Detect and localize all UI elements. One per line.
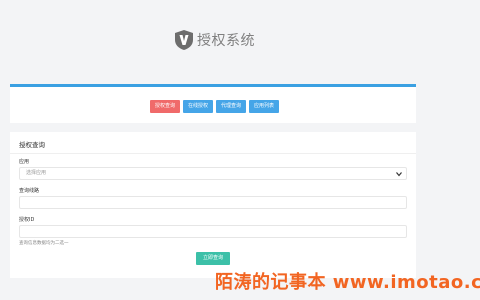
nav-card: 授权查询 在线授权 代理查询 应用列表 <box>10 84 416 123</box>
v-shield-icon <box>175 30 193 50</box>
form-title: 授权查询 <box>19 141 45 149</box>
nav-button-agent-query[interactable]: 代理查询 <box>216 100 247 113</box>
auth-id-label: 授权ID <box>19 217 35 223</box>
watermark: 陌涛的记事本 www.imotao.c <box>215 272 480 293</box>
form-hint: 查询信息数据均为二选一 <box>19 241 69 246</box>
auth-id-input[interactable] <box>19 225 407 238</box>
query-form-card: 授权查询 应用 选择应用 查询线路 授权ID 查询信息数据均为二选一 立即查询 <box>10 132 416 278</box>
divider <box>10 153 416 154</box>
nav-button-online-auth[interactable]: 在线授权 <box>183 100 214 113</box>
app-select-value: 选择应用 <box>26 170 47 176</box>
nav-button-app-list[interactable]: 应用列表 <box>249 100 280 113</box>
app-label: 应用 <box>19 159 30 165</box>
site-title: 授权系统 <box>197 33 255 49</box>
chevron-down-icon <box>396 172 402 177</box>
query-input[interactable] <box>19 196 407 209</box>
app-select[interactable]: 选择应用 <box>19 167 407 180</box>
site-logo: 授权系统 <box>175 30 255 50</box>
query-label: 查询线路 <box>19 188 40 194</box>
submit-button[interactable]: 立即查询 <box>196 252 230 265</box>
nav-buttons: 授权查询 在线授权 代理查询 应用列表 <box>150 100 280 113</box>
nav-button-auth-query[interactable]: 授权查询 <box>150 100 181 113</box>
